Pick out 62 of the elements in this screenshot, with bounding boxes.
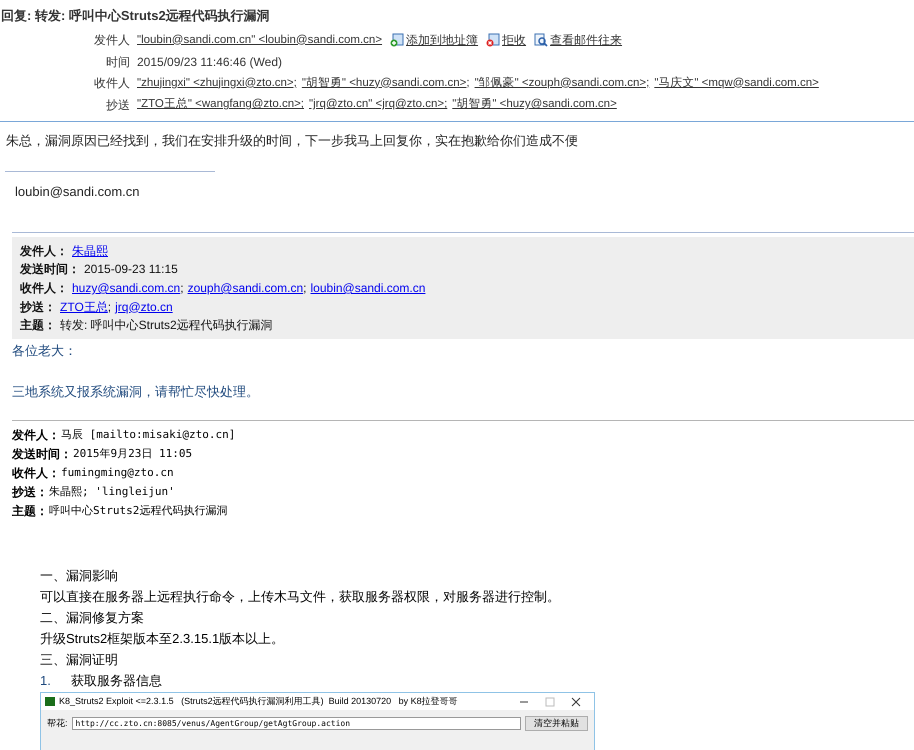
header-action-link[interactable]: 拒收 (486, 31, 526, 50)
header-label: 抄送 (105, 96, 131, 114)
separator: ; (180, 280, 184, 297)
field-value: 呼叫中心Struts2远程代码执行漏洞 (49, 502, 228, 519)
section-heading: 三、漏洞证明 (40, 651, 118, 670)
field-label: 抄送： (20, 298, 56, 316)
field-label: 发件人： (12, 426, 60, 444)
signature: loubin@sandi.com.cn (15, 183, 140, 201)
block-icon (486, 33, 500, 48)
field-value: 转发: 呼叫中心Struts2远程代码执行漏洞 (60, 317, 273, 334)
email-link[interactable]: loubin@sandi.com.cn (310, 278, 426, 297)
section-heading: 一、漏洞影响 (40, 567, 118, 586)
address-book-add-icon (390, 33, 404, 48)
field-label: 发送时间： (20, 261, 80, 278)
paste-button[interactable]: 清空并粘贴 (525, 716, 588, 732)
contact-link[interactable]: "loubin@sandi.com.cn" <loubin@sandi.com.cn> (137, 32, 382, 49)
separator: ; (303, 280, 306, 297)
field-label: 抄送： (12, 484, 48, 501)
header-action-link[interactable]: 查看邮件往来 (534, 31, 622, 50)
field-label: 主题： (20, 317, 56, 334)
field-label: 发送时间： (12, 446, 72, 463)
email-link[interactable]: huzy@sandi.com.cn (72, 278, 180, 297)
contact-link[interactable]: "胡智勇" <huzy@sandi.com.cn> (452, 96, 617, 114)
contact-link[interactable]: "zhujingxi" <zhujingxi@zto.cn>; (137, 74, 297, 92)
paragraph: 升级Struts2框架版本至2.3.15.1版本以上。 (40, 630, 284, 648)
field-label: 帮花: (47, 717, 68, 730)
contact-link[interactable]: "马庆文" <mqw@sandi.com.cn> (654, 74, 819, 92)
field-value: 朱晶熙; 'lingleijun' (49, 484, 175, 500)
quoted-paragraph: 各位老大： (12, 342, 77, 360)
search-icon (534, 33, 548, 48)
header-label: 时间 (105, 54, 131, 71)
field-label: 主题： (12, 502, 48, 520)
contact-link[interactable]: "ZTO王总" <wangfang@zto.cn>; (137, 96, 304, 114)
message-body: 朱总，漏洞原因已经找到，我们在安排升级的时间，下一步我马上回复你，实在抱歉给你们造成不便 (5, 132, 579, 150)
contact-link[interactable]: "胡智勇" <huzy@sandi.com.cn>; (302, 74, 470, 92)
paragraph: 可以直接在服务器上远程执行命令，上传木马文件，获取服务器权限，对服务器进行控制。 (40, 588, 560, 606)
header-action-link[interactable]: 添加到地址簿 (390, 31, 478, 50)
field-value: 2015年9月23日 11:05 (73, 446, 192, 462)
contact-link[interactable]: "邹佩豪" <zouph@sandi.com.cn>; (474, 74, 650, 92)
contact-link[interactable]: "jrq@zto.cn" <jrq@zto.cn>; (309, 96, 448, 114)
email-link[interactable]: zouph@sandi.com.cn (188, 278, 304, 297)
field-label: 收件人： (12, 464, 60, 482)
list-number: 1. (40, 672, 52, 690)
header-label: 收件人 (93, 75, 131, 92)
field-value: 马辰 [mailto:misaki@zto.cn] (61, 426, 236, 443)
field-value: 2015-09-23 11:15 (84, 261, 178, 278)
email-link[interactable]: 朱晶熙 (72, 242, 108, 260)
list-item-text: 获取服务器信息 (71, 672, 162, 690)
app-logo-icon (45, 697, 55, 706)
email-subject: 回复: 转发: 呼叫中心Struts2远程代码执行漏洞 (0, 7, 271, 25)
header-label: 发件人 (93, 32, 131, 50)
field-value: fumingming@zto.cn (61, 464, 174, 481)
window-title: K8_Struts2 Exploit <=2.3.1.5 (Struts2远程代码执行漏洞利用工具) Build 20130720 by K8拉登哥哥 (59, 695, 459, 708)
email-link[interactable]: ZTO王总 (60, 298, 108, 316)
field-label: 收件人： (20, 280, 68, 297)
field-label: 发件人： (20, 242, 68, 260)
separator: ; (108, 298, 112, 316)
url-field[interactable]: http://cc.zto.cn:8085/venus/AgentGroup/getAgtGroup.action (72, 717, 521, 730)
header-value: 2015/09/23 11:46:46 (Wed) (137, 54, 282, 71)
section-heading: 二、漏洞修复方案 (40, 609, 144, 628)
quoted-paragraph: 三地系统又报系统漏洞，请帮忙尽快处理。 (12, 382, 259, 401)
email-link[interactable]: jrq@zto.cn (115, 298, 173, 316)
